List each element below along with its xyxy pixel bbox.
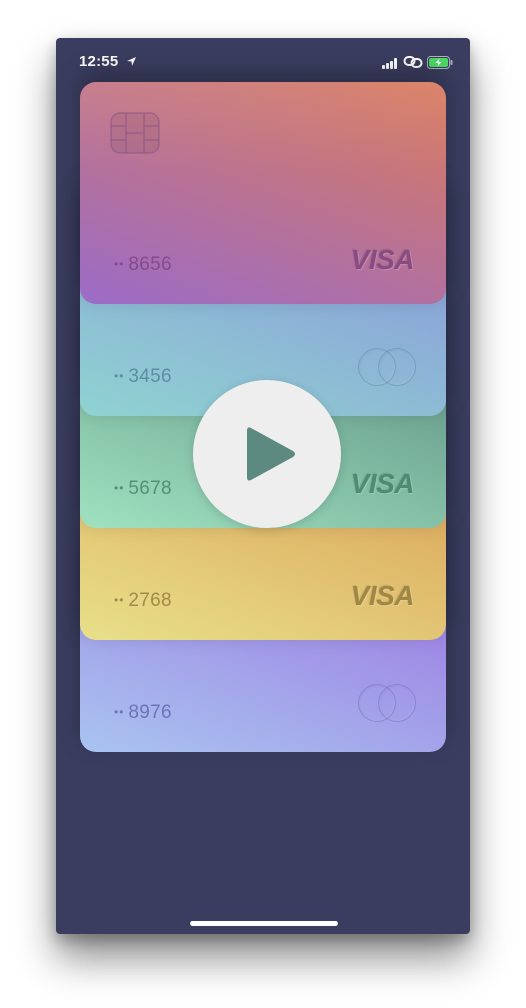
location-arrow-icon <box>127 57 136 66</box>
visa-logo: VISA <box>350 580 415 611</box>
visa-logo: VISA <box>350 244 415 275</box>
card-number: •• 8976 <box>114 702 172 723</box>
signal-icon <box>382 58 399 69</box>
card-number: •• 2768 <box>114 590 172 611</box>
card-number: •• 3456 <box>114 366 172 387</box>
phone-screen: 12:55 •• 8976 •• 2768 VISA •• 5678 VISA … <box>56 38 470 934</box>
status-bar: 12:55 <box>56 38 470 84</box>
chip-icon <box>110 112 160 154</box>
link-icon <box>403 56 423 68</box>
card-8656[interactable]: •• 8656 VISA <box>80 82 446 304</box>
mastercard-logo-icon <box>358 684 416 722</box>
mastercard-logo-icon <box>358 348 416 386</box>
card-number: •• 5678 <box>114 478 172 499</box>
home-indicator[interactable] <box>190 921 338 926</box>
play-icon <box>247 427 295 481</box>
visa-logo: VISA <box>350 468 415 499</box>
battery-charging-icon <box>427 56 453 69</box>
play-button[interactable] <box>193 380 341 528</box>
card-number: •• 8656 <box>114 254 172 275</box>
status-time: 12:55 <box>79 53 119 70</box>
